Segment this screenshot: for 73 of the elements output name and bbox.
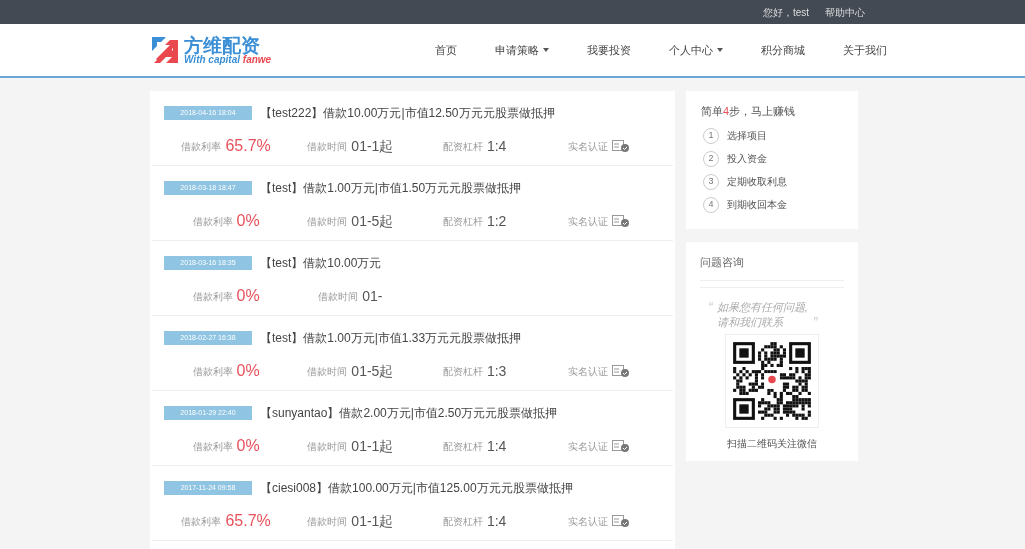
logo-icon bbox=[150, 35, 180, 65]
meta-label: 配资杠杆 bbox=[442, 439, 483, 454]
quote-mark: “ bbox=[708, 300, 713, 315]
nav-item[interactable]: 申请策略 bbox=[491, 41, 554, 59]
nav-item[interactable]: 积分商城 bbox=[757, 41, 810, 59]
meta-label: 配资杠杆 bbox=[442, 514, 483, 529]
meta-label: 实名认证 bbox=[567, 214, 608, 229]
nav-item[interactable]: 首页 bbox=[431, 41, 462, 59]
meta-label: 借款时间 bbox=[307, 514, 348, 529]
loan-title: 【test】借款1.00万元|市值1.33万元元股票做抵押 bbox=[260, 330, 522, 347]
step-label: 选择项目 bbox=[727, 129, 767, 143]
meta-value: 1:4 bbox=[486, 136, 507, 156]
meta-label: 配资杠杆 bbox=[442, 139, 483, 154]
id-card-icon bbox=[611, 439, 630, 453]
meta-label: 实名认证 bbox=[567, 439, 608, 454]
meta-label: 配资杠杆 bbox=[442, 364, 483, 379]
qr-caption: 扫描二维码关注微信 bbox=[726, 437, 818, 451]
logo-name: 方维配资 bbox=[184, 35, 260, 55]
help-link[interactable]: 帮助中心 bbox=[825, 4, 865, 20]
id-card-icon bbox=[611, 514, 630, 528]
nav-item[interactable]: 我要投资 bbox=[583, 41, 636, 59]
loan-title: 【test222】借款10.00万元|市值12.50万元元股票做抵押 bbox=[260, 105, 555, 122]
meta-label: 借款时间 bbox=[307, 364, 348, 379]
meta-label: 实名认证 bbox=[567, 139, 608, 154]
meta-value: 0% bbox=[236, 436, 260, 456]
meta-value: 1:3 bbox=[486, 361, 507, 381]
meta-label: 借款时间 bbox=[307, 139, 348, 154]
meta-label: 借款利率 bbox=[192, 439, 233, 454]
meta-label: 借款时间 bbox=[307, 439, 348, 454]
meta-label: 配资杠杆 bbox=[442, 214, 483, 229]
caret-icon bbox=[543, 48, 550, 52]
nav-item[interactable]: 个人中心 bbox=[665, 41, 728, 59]
loan-title: 【ciesi008】借款100.00万元|市值125.00万元元股票做抵押 bbox=[260, 480, 573, 497]
id-card-icon bbox=[611, 364, 630, 378]
step-label: 投入资金 bbox=[727, 152, 767, 166]
consult-quote: 如果您有任何问题,请和我们联系 bbox=[716, 300, 809, 330]
meta-label: 借款利率 bbox=[192, 364, 233, 379]
meta-label: 借款利率 bbox=[181, 514, 222, 529]
consult-title: 问题咨询 bbox=[700, 253, 844, 281]
meta-value: 01- bbox=[362, 286, 383, 306]
loan-title: 【sunyantao】借款2.00万元|市值2.50万元元股票做抵押 bbox=[260, 405, 558, 422]
meta-value: 0% bbox=[236, 211, 260, 231]
quote-mark: ” bbox=[812, 315, 818, 330]
step-label: 定期收取利息 bbox=[727, 175, 787, 189]
logo-tagline: With capital fanwe bbox=[184, 54, 272, 65]
meta-label: 借款利率 bbox=[181, 139, 222, 154]
meta-label: 借款时间 bbox=[307, 214, 348, 229]
meta-value: 01-1起 bbox=[351, 136, 394, 156]
meta-label: 借款利率 bbox=[192, 214, 233, 229]
loan-title: 【test】借款1.00万元|市值1.50万元元股票做抵押 bbox=[260, 180, 522, 197]
meta-value: 0% bbox=[236, 286, 260, 306]
meta-label: 借款时间 bbox=[318, 289, 359, 304]
meta-value: 65.7% bbox=[225, 136, 271, 156]
meta-value: 65.7% bbox=[225, 511, 271, 531]
steps-heading: 简单4步，马上赚钱 bbox=[701, 104, 797, 119]
caret-icon bbox=[717, 48, 724, 52]
meta-value: 1:4 bbox=[486, 511, 507, 531]
step-label: 到期收回本金 bbox=[727, 198, 787, 212]
meta-label: 实名认证 bbox=[567, 514, 608, 529]
greeting: 您好，test bbox=[762, 5, 809, 20]
id-card-icon bbox=[611, 139, 630, 153]
meta-value: 01-5起 bbox=[351, 361, 394, 381]
meta-value: 0% bbox=[236, 361, 260, 381]
id-card-icon bbox=[611, 214, 630, 228]
meta-label: 实名认证 bbox=[567, 364, 608, 379]
meta-value: 1:2 bbox=[486, 211, 507, 231]
meta-value: 01-1起 bbox=[351, 511, 394, 531]
meta-value: 01-5起 bbox=[351, 211, 394, 231]
loan-title: 【test】借款10.00万元 bbox=[260, 255, 382, 272]
nav-item[interactable]: 关于我们 bbox=[839, 41, 892, 59]
meta-label: 借款利率 bbox=[192, 289, 233, 304]
meta-value: 01-1起 bbox=[351, 436, 394, 456]
meta-value: 1:4 bbox=[486, 436, 507, 456]
